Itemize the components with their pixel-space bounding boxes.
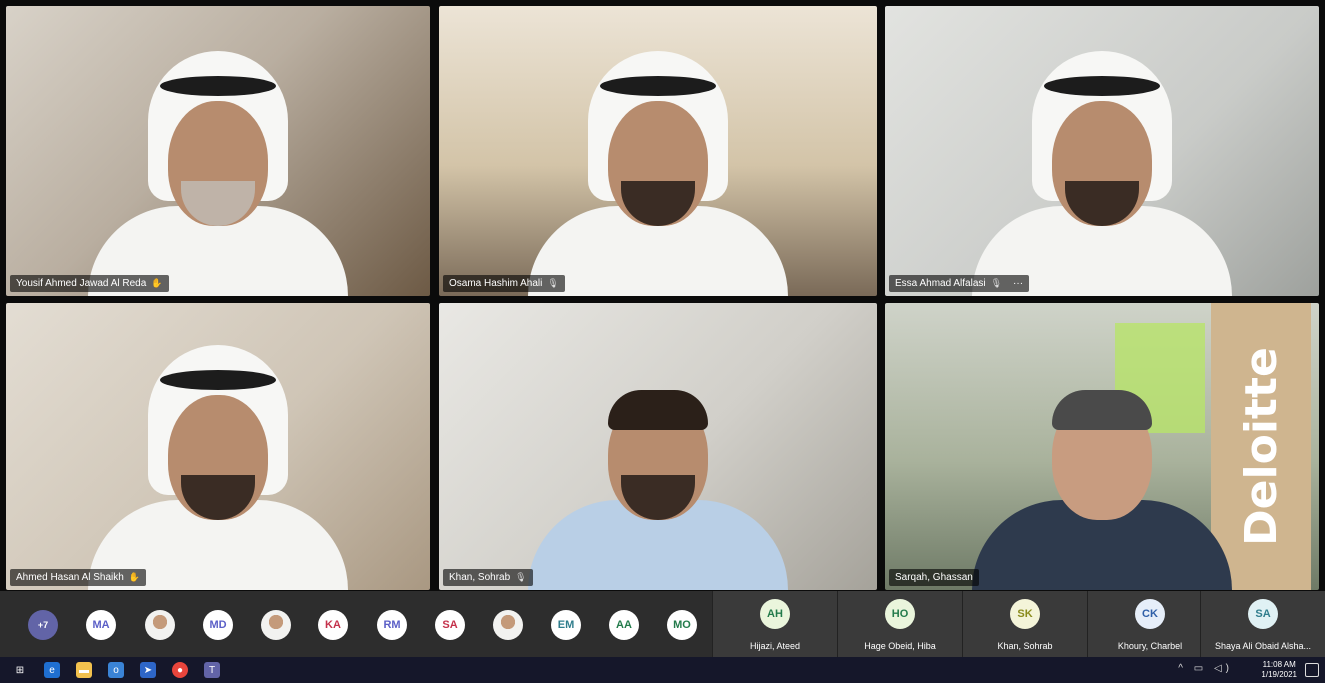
raised-hand-icon: ✋: [151, 278, 163, 288]
edge-icon[interactable]: e: [44, 662, 60, 678]
avatar: CK: [1135, 599, 1165, 629]
participant-name: Khoury, Charbel: [1117, 641, 1183, 651]
mic-icon: 🎙: [547, 278, 559, 288]
more-options-icon[interactable]: ···: [1013, 278, 1023, 289]
avatar: HO: [885, 599, 915, 629]
avatar[interactable]: KA: [318, 610, 348, 640]
avatar[interactable]: MA: [86, 610, 116, 640]
participant-name: Ahmed Hasan Al Shaikh: [16, 572, 124, 583]
participant-name: Hage Obeid, Hiba: [864, 641, 936, 651]
mic-icon: 🎙: [990, 278, 1003, 288]
avatar[interactable]: SA: [435, 610, 465, 640]
mini-participant-tile[interactable]: CK Khoury, Charbel: [1087, 591, 1212, 657]
mini-participant-tile[interactable]: SK Khan, Sohrab: [962, 591, 1087, 657]
outlook-icon[interactable]: o: [108, 662, 124, 678]
windows-taskbar: ⊞ e ▬ o ➤ ● T ^ ▭ ◁) 11:08 AM 1/19/2021: [0, 657, 1325, 683]
raised-hand-icon: ✋: [128, 572, 141, 582]
avatar[interactable]: MD: [203, 610, 233, 640]
mini-participant-tile[interactable]: SA Shaya Ali Obaid Alsha...: [1200, 591, 1325, 657]
avatar-photo[interactable]: [145, 610, 175, 640]
participant-name: Sarqah, Ghassan: [895, 572, 973, 583]
participant-name: Hijazi, Ateed: [749, 641, 801, 651]
mini-participant-tile[interactable]: HO Hage Obeid, Hiba: [837, 591, 962, 657]
avatar-row: +7 MA MD KA RM SA EM AA MO: [0, 591, 712, 657]
participant-video: [952, 340, 1252, 590]
avatar[interactable]: RM: [377, 610, 407, 640]
teams-meeting-screen: Yousif Ahmed Jawad Al Reda ✋ Osama Hashi…: [0, 0, 1325, 683]
file-explorer-icon[interactable]: ▬: [76, 662, 92, 678]
mic-icon: 🎙: [515, 572, 527, 582]
participant-video: [508, 340, 808, 590]
video-tile[interactable]: Osama Hashim Ahali 🎙: [439, 6, 877, 296]
avatar: SK: [1010, 599, 1040, 629]
notification-icon[interactable]: [1305, 663, 1319, 677]
participant-name-tag: Osama Hashim Ahali 🎙: [443, 275, 565, 292]
video-tile[interactable]: Yousif Ahmed Jawad Al Reda ✋: [6, 6, 430, 296]
participant-name: Yousif Ahmed Jawad Al Reda: [16, 278, 147, 289]
participant-name: Khan, Sohrab: [997, 641, 1053, 651]
mini-participant-tile[interactable]: AH Hijazi, Ateed: [712, 591, 837, 657]
participant-video: [68, 46, 368, 296]
avatar-photo[interactable]: [261, 610, 291, 640]
video-grid: Yousif Ahmed Jawad Al Reda ✋ Osama Hashi…: [6, 6, 1319, 590]
avatar-photo[interactable]: [493, 610, 523, 640]
system-tray-icons[interactable]: ^ ▭ ◁): [1178, 663, 1233, 674]
participant-video: [952, 46, 1252, 296]
participant-strip: +7 MA MD KA RM SA EM AA MO AH Hijazi, At…: [0, 591, 1325, 657]
video-tile[interactable]: Khan, Sohrab 🎙: [439, 303, 877, 590]
avatar: SA: [1248, 599, 1278, 629]
avatar: AH: [760, 599, 790, 629]
participant-name-tag: Khan, Sohrab 🎙: [443, 569, 533, 586]
avatar[interactable]: AA: [609, 610, 639, 640]
participant-name-tag: Yousif Ahmed Jawad Al Reda ✋: [10, 275, 169, 292]
participant-name: Shaya Ali Obaid Alsha...: [1214, 641, 1312, 651]
overflow-participants-button[interactable]: +7: [28, 610, 58, 640]
participant-name-tag: Essa Ahmad Alfalasi 🎙 ···: [889, 275, 1030, 292]
participant-name: Essa Ahmad Alfalasi: [895, 278, 986, 289]
video-tile[interactable]: Deloitte Sarqah, Ghassan: [885, 303, 1319, 590]
app-icon[interactable]: ➤: [140, 662, 156, 678]
participant-name: Khan, Sohrab: [449, 572, 511, 583]
clock-date: 1/19/2021: [1261, 670, 1297, 679]
participant-video: [68, 340, 368, 590]
participant-name: Osama Hashim Ahali: [449, 278, 543, 289]
windows-start-icon[interactable]: ⊞: [12, 662, 28, 678]
video-tile[interactable]: Essa Ahmad Alfalasi 🎙 ···: [885, 6, 1319, 296]
clock-time: 11:08 AM: [1262, 660, 1296, 669]
avatar[interactable]: EM: [551, 610, 581, 640]
chrome-icon[interactable]: ●: [172, 662, 188, 678]
avatar[interactable]: MO: [667, 610, 697, 640]
participant-name-tag: Sarqah, Ghassan: [889, 569, 979, 586]
participant-name-tag: Ahmed Hasan Al Shaikh ✋: [10, 569, 147, 586]
clock[interactable]: 11:08 AM 1/19/2021: [1261, 660, 1297, 680]
teams-icon[interactable]: T: [204, 662, 220, 678]
participant-video: [508, 46, 808, 296]
video-tile[interactable]: Ahmed Hasan Al Shaikh ✋: [6, 303, 430, 590]
